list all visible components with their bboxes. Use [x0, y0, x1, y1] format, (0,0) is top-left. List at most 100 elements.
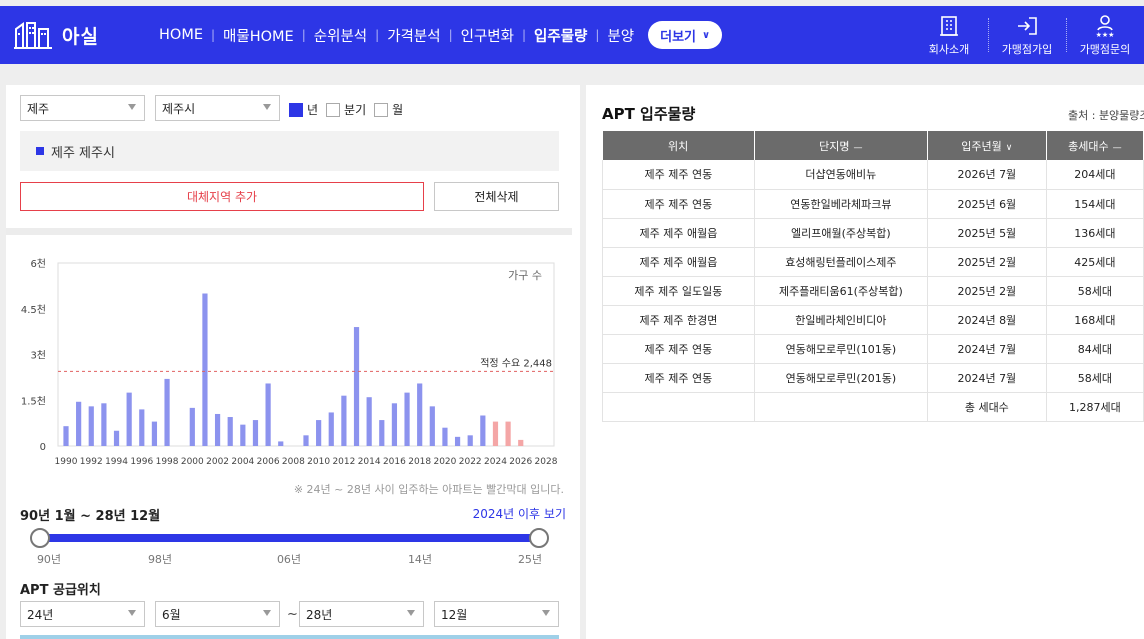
bar-2026[interactable]: [518, 439, 524, 446]
more-button[interactable]: 더보기 ∨: [648, 21, 723, 49]
bar-2020[interactable]: [442, 427, 448, 446]
right-menu-item[interactable]: 회사소개: [910, 6, 988, 64]
bar-2018[interactable]: [417, 383, 423, 446]
slider-start-handle[interactable]: [30, 528, 50, 548]
nav-item[interactable]: 가격분석: [387, 25, 440, 46]
bar-1991[interactable]: [76, 401, 82, 446]
nav-item[interactable]: 분양: [607, 25, 634, 46]
x-tick-label: 2006: [257, 457, 280, 467]
table-row[interactable]: 제주 제주 연동 연동해모로루민(101동) 2024년 7월 84세대: [602, 334, 1144, 364]
region1-select[interactable]: 제주: [20, 95, 145, 121]
period-option[interactable]: 년: [289, 101, 318, 118]
right-menu-item[interactable]: 가맹점가입: [988, 6, 1066, 64]
top-header: 아실 HOME | 매물HOME | 순위분석 | 가격분석 | 인구변화 | 입주물량 | 분양 더보기…: [0, 6, 1144, 64]
to-month-select[interactable]: 12월: [434, 601, 559, 627]
chevron-down-icon: ∨: [702, 29, 711, 41]
x-tick-label: 2004: [231, 457, 254, 467]
bar-2006[interactable]: [265, 383, 271, 446]
table-row[interactable]: 제주 제주 일도일동 제주플래티움61(주상복합) 2025년 2월 58세대: [602, 276, 1144, 306]
nav-item[interactable]: 입주물량: [534, 25, 587, 46]
period-option[interactable]: 분기: [326, 101, 366, 118]
bar-1995[interactable]: [126, 392, 132, 446]
total-value: 1,287세대: [1046, 392, 1144, 422]
table-row[interactable]: 제주 제주 연동 연동해모로루민(201동) 2024년 7월 58세대: [602, 363, 1144, 393]
add-alternative-region-button[interactable]: 대체지역 추가: [20, 182, 424, 211]
to-month-value: 12월: [441, 607, 468, 622]
logo[interactable]: 아실: [14, 20, 99, 50]
bar-1997[interactable]: [151, 421, 158, 446]
left-panel: 제주 제주시 년 분기 월 제주 제주시 대체지역 추가 전체삭제 6천 4.5천 3천…: [6, 85, 580, 639]
bar-2003[interactable]: [227, 417, 233, 446]
view-after-2024-link[interactable]: 2024년 이후 보기: [473, 505, 566, 522]
table-row[interactable]: 제주 제주 한경면 한일베라체인비디아 2024년 8월 168세대: [602, 305, 1144, 335]
column-header[interactable]: 총세대수 —: [1046, 131, 1144, 160]
chevron-down-icon: [128, 610, 136, 616]
nav-separator: |: [521, 28, 527, 42]
bar-2007[interactable]: [278, 441, 284, 446]
y-tick-label: 1.5천: [21, 395, 46, 407]
table-cell: 효성해링턴플레이스제주: [754, 247, 928, 277]
period-checkbox[interactable]: [374, 102, 389, 117]
column-header[interactable]: 입주년월 ∨: [927, 131, 1047, 160]
bar-1990[interactable]: [63, 426, 69, 446]
bar-2016[interactable]: [391, 403, 398, 446]
table-cell: 연동해모로루민(201동): [754, 363, 928, 393]
bar-2023[interactable]: [480, 415, 486, 447]
table-cell: 제주 제주 애월읍: [602, 247, 755, 277]
column-header-label: 위치: [668, 139, 689, 153]
region2-select[interactable]: 제주시: [155, 95, 280, 121]
table-row[interactable]: 제주 제주 애월읍 엘리프애월(주상복합) 2025년 5월 136세대: [602, 218, 1144, 248]
bar-1994[interactable]: [113, 430, 120, 446]
column-header[interactable]: 단지명 —: [754, 131, 928, 160]
table-row[interactable]: 제주 제주 애월읍 효성해링턴플레이스제주 2025년 2월 425세대: [602, 247, 1144, 277]
bar-2025[interactable]: [505, 421, 511, 446]
bar-2004[interactable]: [240, 424, 246, 446]
nav-item[interactable]: HOME: [159, 27, 203, 43]
bar-2009[interactable]: [303, 435, 309, 446]
date-range-slider-track[interactable]: [40, 534, 539, 542]
column-header[interactable]: 위치: [602, 131, 755, 160]
bar-2014[interactable]: [366, 397, 372, 446]
bar-2000[interactable]: [189, 407, 195, 446]
bar-2011[interactable]: [328, 412, 334, 446]
bar-2005[interactable]: [252, 420, 259, 446]
to-year-select[interactable]: 28년: [299, 601, 424, 627]
map-preview-strip[interactable]: [20, 635, 559, 639]
table-row[interactable]: 제주 제주 연동 연동한일베라체파크뷰 2025년 6월 154세대: [602, 189, 1144, 219]
bar-2012[interactable]: [341, 395, 347, 446]
bar-2021[interactable]: [454, 436, 461, 446]
total-label: 총 세대수: [927, 392, 1047, 422]
bar-2017[interactable]: [404, 392, 410, 446]
nav-item[interactable]: 매물HOME: [223, 25, 294, 46]
bar-2024[interactable]: [492, 421, 499, 446]
bar-2010[interactable]: [316, 420, 322, 446]
right-menu-item[interactable]: ★★★ 가맹점문의: [1066, 6, 1144, 64]
bar-1993[interactable]: [101, 403, 107, 446]
logo-buildings-icon: [14, 21, 54, 49]
period-checkbox[interactable]: [326, 102, 341, 117]
bar-2015[interactable]: [379, 420, 385, 446]
table-cell: 한일베라체인비디아: [754, 305, 928, 335]
x-tick-label: 1996: [130, 457, 153, 467]
chevron-down-icon: [128, 104, 136, 110]
from-month-value: 6월: [162, 607, 181, 622]
table-row[interactable]: 제주 제주 연동 더샵연동애비뉴 2026년 7월 204세대: [602, 160, 1144, 190]
from-month-select[interactable]: 6월: [155, 601, 280, 627]
slider-end-handle[interactable]: [529, 528, 549, 548]
bar-1996[interactable]: [139, 409, 145, 446]
period-option[interactable]: 월: [374, 101, 403, 118]
bar-2022[interactable]: [467, 435, 473, 446]
delete-all-button[interactable]: 전체삭제: [434, 182, 559, 211]
bar-1992[interactable]: [88, 406, 94, 446]
from-year-select[interactable]: 24년: [20, 601, 145, 627]
table-cell: 84세대: [1046, 334, 1144, 364]
bar-2019[interactable]: [429, 406, 435, 446]
bar-2013[interactable]: [353, 327, 360, 446]
nav-item[interactable]: 인구변화: [461, 25, 514, 46]
x-tick-label: 2020: [433, 457, 456, 467]
bar-2002[interactable]: [214, 413, 221, 446]
period-checkbox[interactable]: [289, 102, 303, 117]
bar-1998[interactable]: [164, 378, 170, 446]
bar-2001[interactable]: [202, 293, 208, 447]
nav-item[interactable]: 순위분석: [314, 25, 367, 46]
